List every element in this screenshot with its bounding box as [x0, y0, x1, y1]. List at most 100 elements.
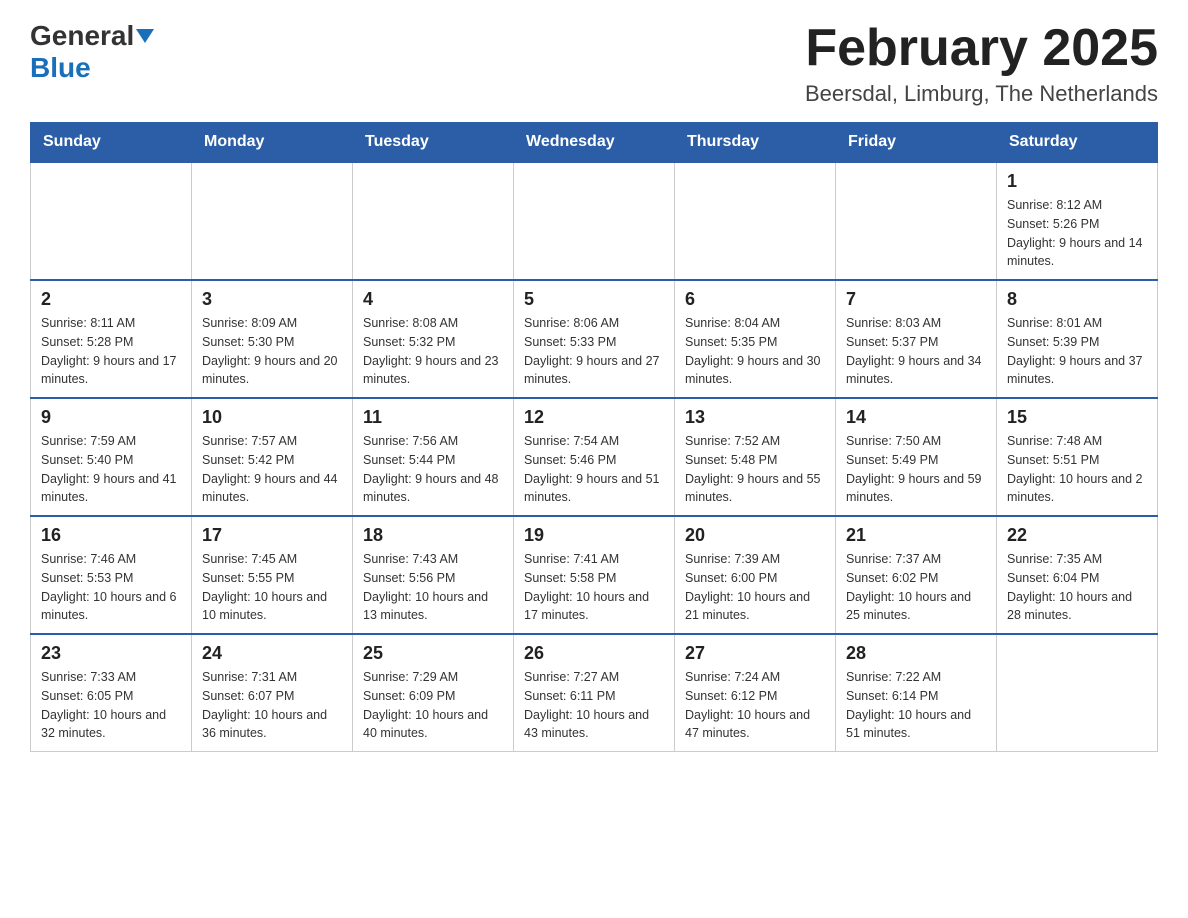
day-info-line: Sunrise: 7:54 AM	[524, 432, 664, 451]
main-title: February 2025	[805, 20, 1158, 77]
day-number: 12	[524, 407, 664, 428]
calendar-week-row: 9Sunrise: 7:59 AMSunset: 5:40 PMDaylight…	[31, 398, 1158, 516]
day-info-line: Daylight: 10 hours and 25 minutes.	[846, 588, 986, 626]
day-info-line: Sunset: 5:46 PM	[524, 451, 664, 470]
day-number: 11	[363, 407, 503, 428]
day-info-line: Daylight: 9 hours and 14 minutes.	[1007, 234, 1147, 272]
day-info-line: Sunset: 6:12 PM	[685, 687, 825, 706]
calendar-table: Sunday Monday Tuesday Wednesday Thursday…	[30, 122, 1158, 752]
day-info-line: Sunset: 5:30 PM	[202, 333, 342, 352]
day-info-line: Daylight: 10 hours and 36 minutes.	[202, 706, 342, 744]
day-info-line: Sunrise: 7:22 AM	[846, 668, 986, 687]
day-info-line: Sunset: 5:44 PM	[363, 451, 503, 470]
page-header: GeneralBlue February 2025 Beersdal, Limb…	[30, 20, 1158, 107]
calendar-day-cell: 10Sunrise: 7:57 AMSunset: 5:42 PMDayligh…	[192, 398, 353, 516]
logo-blue-text: Blue	[30, 52, 91, 83]
day-number: 5	[524, 289, 664, 310]
calendar-day-cell: 4Sunrise: 8:08 AMSunset: 5:32 PMDaylight…	[353, 280, 514, 398]
calendar-week-row: 2Sunrise: 8:11 AMSunset: 5:28 PMDaylight…	[31, 280, 1158, 398]
day-info-line: Sunset: 5:55 PM	[202, 569, 342, 588]
day-number: 14	[846, 407, 986, 428]
calendar-day-cell: 27Sunrise: 7:24 AMSunset: 6:12 PMDayligh…	[675, 634, 836, 752]
day-number: 13	[685, 407, 825, 428]
day-info-line: Daylight: 10 hours and 13 minutes.	[363, 588, 503, 626]
day-info-line: Sunrise: 7:24 AM	[685, 668, 825, 687]
day-info-line: Sunrise: 7:43 AM	[363, 550, 503, 569]
day-number: 20	[685, 525, 825, 546]
day-info-line: Sunrise: 8:11 AM	[41, 314, 181, 333]
col-wednesday: Wednesday	[514, 123, 675, 163]
day-info-line: Sunrise: 7:52 AM	[685, 432, 825, 451]
calendar-day-cell: 24Sunrise: 7:31 AMSunset: 6:07 PMDayligh…	[192, 634, 353, 752]
calendar-day-cell: 21 Sunrise: 7:37 AMSunset: 6:02 PMDayligh…	[836, 516, 997, 634]
calendar-day-cell: 20Sunrise: 7:39 AMSunset: 6:00 PMDayligh…	[675, 516, 836, 634]
day-number: 6	[685, 289, 825, 310]
calendar-day-cell: 18Sunrise: 7:43 AMSunset: 5:56 PMDayligh…	[353, 516, 514, 634]
calendar-week-row: 23Sunrise: 7:33 AMSunset: 6:05 PMDayligh…	[31, 634, 1158, 752]
day-info-line: Daylight: 9 hours and 55 minutes.	[685, 470, 825, 508]
day-info-line: Sunset: 5:56 PM	[363, 569, 503, 588]
day-info-line: Sunrise: 8:06 AM	[524, 314, 664, 333]
day-info-line: Daylight: 9 hours and 44 minutes.	[202, 470, 342, 508]
day-info-line: Sunset: 5:53 PM	[41, 569, 181, 588]
day-number: 28	[846, 643, 986, 664]
day-info-line: Sunrise: 7:50 AM	[846, 432, 986, 451]
calendar-day-cell: 8Sunrise: 8:01 AMSunset: 5:39 PMDaylight…	[997, 280, 1158, 398]
day-info-line: Sunset: 6:07 PM	[202, 687, 342, 706]
day-info-line: Sunrise: 7:37 AM	[846, 550, 986, 569]
calendar-day-cell: 14 Sunrise: 7:50 AMSunset: 5:49 PMDayligh…	[836, 398, 997, 516]
calendar-day-cell: 12Sunrise: 7:54 AMSunset: 5:46 PMDayligh…	[514, 398, 675, 516]
col-tuesday: Tuesday	[353, 123, 514, 163]
day-info-line: Daylight: 10 hours and 6 minutes.	[41, 588, 181, 626]
day-info-line: Daylight: 10 hours and 32 minutes.	[41, 706, 181, 744]
calendar-day-cell: 26Sunrise: 7:27 AMSunset: 6:11 PMDayligh…	[514, 634, 675, 752]
day-info-line: Daylight: 9 hours and 17 minutes.	[41, 352, 181, 390]
calendar-day-cell: 5Sunrise: 8:06 AMSunset: 5:33 PMDaylight…	[514, 280, 675, 398]
day-info-line: Sunrise: 8:03 AM	[846, 314, 986, 333]
col-thursday: Thursday	[675, 123, 836, 163]
calendar-day-cell: 25Sunrise: 7:29 AMSunset: 6:09 PMDayligh…	[353, 634, 514, 752]
day-number: 15	[1007, 407, 1147, 428]
day-number: 24	[202, 643, 342, 664]
day-info-line: Sunset: 5:26 PM	[1007, 215, 1147, 234]
calendar-week-row: 16Sunrise: 7:46 AMSunset: 5:53 PMDayligh…	[31, 516, 1158, 634]
day-info-line: Sunset: 5:28 PM	[41, 333, 181, 352]
day-number: 26	[524, 643, 664, 664]
day-info-line: Daylight: 9 hours and 20 minutes.	[202, 352, 342, 390]
day-info-line: Sunrise: 7:35 AM	[1007, 550, 1147, 569]
day-info-line: Sunrise: 7:27 AM	[524, 668, 664, 687]
calendar-day-cell: 2 Sunrise: 8:11 AMSunset: 5:28 PMDaylight…	[31, 280, 192, 398]
calendar-day-cell: 6Sunrise: 8:04 AMSunset: 5:35 PMDaylight…	[675, 280, 836, 398]
day-info-line: Daylight: 10 hours and 10 minutes.	[202, 588, 342, 626]
day-number: 27	[685, 643, 825, 664]
day-info-line: Sunset: 5:49 PM	[846, 451, 986, 470]
day-number: 9	[41, 407, 181, 428]
day-info-line: Sunset: 5:33 PM	[524, 333, 664, 352]
day-info-line: Sunset: 5:39 PM	[1007, 333, 1147, 352]
day-info-line: Daylight: 10 hours and 43 minutes.	[524, 706, 664, 744]
col-sunday: Sunday	[31, 123, 192, 163]
calendar-day-cell	[836, 162, 997, 280]
day-number: 7	[846, 289, 986, 310]
day-info-line: Daylight: 9 hours and 34 minutes.	[846, 352, 986, 390]
day-info-line: Daylight: 10 hours and 2 minutes.	[1007, 470, 1147, 508]
calendar-day-cell: 7Sunrise: 8:03 AMSunset: 5:37 PMDaylight…	[836, 280, 997, 398]
day-info-line: Daylight: 9 hours and 59 minutes.	[846, 470, 986, 508]
title-section: February 2025 Beersdal, Limburg, The Net…	[805, 20, 1158, 107]
subtitle: Beersdal, Limburg, The Netherlands	[805, 81, 1158, 107]
calendar-day-cell: 1Sunrise: 8:12 AMSunset: 5:26 PMDaylight…	[997, 162, 1158, 280]
col-saturday: Saturday	[997, 123, 1158, 163]
day-info-line: Sunrise: 7:41 AM	[524, 550, 664, 569]
day-number: 21	[846, 525, 986, 546]
day-number: 22	[1007, 525, 1147, 546]
logo-text: GeneralBlue	[30, 20, 154, 84]
calendar-day-cell	[997, 634, 1158, 752]
day-info-line: Daylight: 9 hours and 48 minutes.	[363, 470, 503, 508]
day-number: 2	[41, 289, 181, 310]
day-number: 8	[1007, 289, 1147, 310]
calendar-day-cell: 3Sunrise: 8:09 AMSunset: 5:30 PMDaylight…	[192, 280, 353, 398]
day-info-line: Daylight: 10 hours and 17 minutes.	[524, 588, 664, 626]
calendar-day-cell: 22Sunrise: 7:35 AMSunset: 6:04 PMDayligh…	[997, 516, 1158, 634]
day-info-line: Sunset: 6:02 PM	[846, 569, 986, 588]
calendar-day-cell: 15Sunrise: 7:48 AMSunset: 5:51 PMDayligh…	[997, 398, 1158, 516]
